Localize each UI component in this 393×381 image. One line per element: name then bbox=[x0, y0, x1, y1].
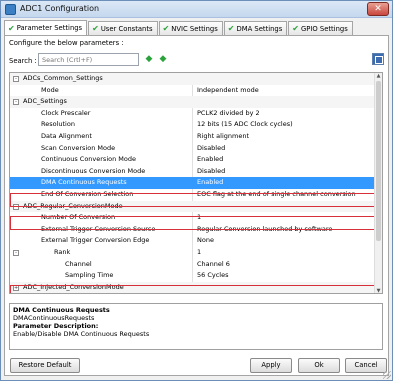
tree-param-row[interactable]: External Trigger Conversion Edge None bbox=[10, 235, 376, 247]
tree-param-row[interactable]: DMA Continuous Requests Enabled bbox=[10, 177, 376, 189]
tab-dma-settings[interactable]: ✔ DMA Settings bbox=[223, 21, 288, 35]
description-title: DMA Continuous Requests bbox=[13, 306, 110, 314]
ok-button[interactable]: Ok bbox=[298, 358, 340, 373]
param-value[interactable]: Disabled bbox=[197, 143, 225, 155]
param-name: External Trigger Conversion Edge bbox=[41, 236, 150, 245]
tree-param-row[interactable]: - Rank 1 bbox=[10, 247, 376, 259]
parameter-tree: - ADCs_Common_Settings Mode Independent mod… bbox=[9, 72, 383, 294]
tab-label: NVIC Settings bbox=[171, 24, 218, 33]
param-name: ADC_Settings bbox=[23, 97, 67, 106]
tree-group-row[interactable]: - ADCs_Common_Settings bbox=[10, 73, 376, 85]
param-value[interactable]: 1 bbox=[197, 247, 201, 259]
check-icon: ✔ bbox=[162, 24, 170, 33]
scroll-thumb[interactable] bbox=[376, 81, 381, 241]
tab-user-constants[interactable]: ✔ User Constants bbox=[88, 21, 158, 35]
app-icon bbox=[5, 4, 16, 15]
param-value[interactable]: PCLK2 divided by 2 bbox=[197, 108, 260, 120]
collapse-icon[interactable]: - bbox=[13, 250, 19, 256]
tree-param-row[interactable]: Data Alignment Right alignment bbox=[10, 131, 376, 143]
search-label: Search : bbox=[9, 57, 37, 65]
cancel-button[interactable]: Cancel bbox=[345, 358, 387, 373]
parameter-settings-panel: Configure the below parameters : Search … bbox=[4, 35, 389, 376]
param-name: Continuous Conversion Mode bbox=[41, 155, 136, 164]
param-value[interactable]: Enabled bbox=[197, 177, 223, 189]
search-input[interactable] bbox=[38, 53, 139, 66]
title-bar[interactable]: ADC1 Configuration ✕ bbox=[1, 1, 392, 18]
param-name: Mode bbox=[41, 85, 59, 94]
tab-gpio-settings[interactable]: ✔ GPIO Settings bbox=[288, 21, 353, 35]
description-param: DMAContinuousRequests bbox=[13, 314, 95, 322]
parameter-description: DMA Continuous Requests DMAContinuousReq… bbox=[9, 303, 383, 350]
search-previous-icon[interactable]: ◆ bbox=[144, 55, 154, 65]
check-icon: ✔ bbox=[8, 23, 15, 33]
view-toggle-icon[interactable] bbox=[372, 53, 384, 65]
highlight-rank-group bbox=[10, 285, 378, 293]
param-name: Resolution bbox=[41, 120, 75, 129]
check-icon: ✔ bbox=[292, 24, 299, 33]
param-name: Data Alignment bbox=[41, 132, 92, 140]
tab-label: User Constants bbox=[100, 24, 153, 33]
tree-param-row[interactable]: Continuous Conversion Mode Enabled bbox=[10, 154, 376, 166]
tree-param-row[interactable]: Scan Conversion Mode Disabled bbox=[10, 143, 376, 155]
close-button[interactable]: ✕ bbox=[367, 2, 389, 16]
tab-nvic-settings[interactable]: ✔ NVIC Settings bbox=[158, 21, 223, 35]
highlight-continuous-conversion bbox=[10, 193, 378, 207]
param-name: Channel bbox=[65, 259, 92, 268]
param-name: ADCs_Common_Settings bbox=[23, 74, 103, 82]
window-title: ADC1 Configuration bbox=[20, 4, 100, 13]
tree-param-row[interactable]: Discontinuous Conversion Mode Disabled bbox=[10, 166, 376, 178]
param-name: Rank bbox=[54, 248, 71, 256]
param-name: Clock Prescaler bbox=[41, 108, 91, 117]
tree-param-row[interactable]: Mode Independent mode bbox=[10, 85, 376, 97]
tab-label: Parameter Settings bbox=[16, 24, 83, 32]
scroll-down-icon[interactable]: ▼ bbox=[375, 288, 382, 293]
tree-scrollbar[interactable]: ▲ ▼ bbox=[374, 73, 382, 293]
collapse-icon[interactable]: - bbox=[13, 76, 19, 82]
panel-subtitle: Configure the below parameters : bbox=[9, 39, 124, 47]
check-icon: ✔ bbox=[92, 24, 99, 33]
tree-param-row[interactable]: Sampling Time 56 Cycles bbox=[10, 270, 376, 282]
tree-param-row[interactable]: Channel Channel 6 bbox=[10, 259, 376, 271]
param-name: Sampling Time bbox=[65, 271, 114, 280]
param-value[interactable]: Channel 6 bbox=[197, 259, 230, 271]
configuration-window: ADC1 Configuration ✕ ✔ Parameter Settings… bbox=[0, 0, 393, 381]
restore-default-button[interactable]: Restore Default bbox=[10, 358, 80, 373]
description-text: Enable/Disable DMA Continuous Requests bbox=[13, 330, 150, 338]
scroll-up-icon[interactable]: ▲ bbox=[375, 73, 382, 80]
description-heading: Parameter Description: bbox=[13, 322, 99, 330]
param-value[interactable]: Right alignment bbox=[197, 131, 249, 143]
param-value[interactable]: Enabled bbox=[197, 154, 223, 166]
tree-group-row[interactable]: - ADC_Settings bbox=[10, 96, 376, 108]
param-value[interactable]: 56 Cycles bbox=[197, 270, 229, 282]
param-value[interactable]: Disabled bbox=[197, 166, 225, 178]
param-name: DMA Continuous Requests bbox=[41, 178, 127, 187]
param-name: Discontinuous Conversion Mode bbox=[41, 166, 146, 175]
tab-bar: ✔ Parameter Settings ✔ User Constants ✔ NVI… bbox=[4, 20, 354, 35]
collapse-icon[interactable]: - bbox=[13, 99, 19, 106]
highlight-dma-continuous-requests bbox=[10, 216, 378, 230]
resize-grip-icon[interactable] bbox=[383, 371, 391, 379]
tab-parameter-settings[interactable]: ✔ Parameter Settings bbox=[4, 20, 88, 35]
search-next-icon[interactable]: ◆ bbox=[158, 55, 168, 65]
param-value[interactable]: 12 bits (15 ADC Clock cycles) bbox=[197, 119, 293, 131]
tab-label: DMA Settings bbox=[236, 24, 283, 33]
tree-param-row[interactable]: Clock Prescaler PCLK2 divided by 2 bbox=[10, 108, 376, 120]
apply-button[interactable]: Apply bbox=[250, 358, 292, 373]
tab-label: GPIO Settings bbox=[301, 24, 348, 33]
param-value[interactable]: Independent mode bbox=[197, 85, 259, 97]
tree-param-row[interactable]: Resolution 12 bits (15 ADC Clock cycles) bbox=[10, 119, 376, 131]
check-icon: ✔ bbox=[227, 24, 235, 33]
param-value[interactable]: None bbox=[197, 235, 214, 247]
param-name: Scan Conversion Mode bbox=[41, 143, 116, 152]
